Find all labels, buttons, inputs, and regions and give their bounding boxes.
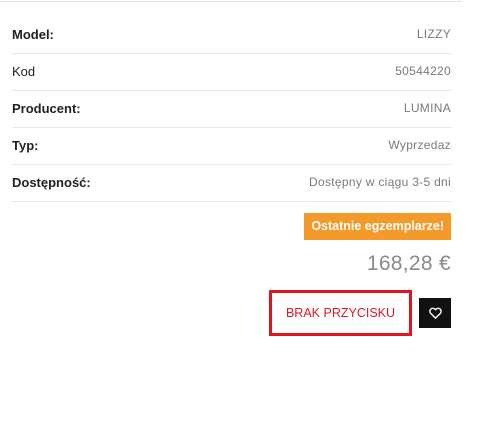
spec-row-producer: Producent: LUMINA bbox=[12, 91, 451, 128]
spec-value: LIZZY bbox=[416, 27, 451, 41]
spec-label: Producent: bbox=[12, 101, 81, 116]
product-price: 168,28 € bbox=[366, 252, 451, 275]
wishlist-button[interactable] bbox=[419, 298, 451, 328]
spec-value: Dostępny w ciągu 3-5 dni bbox=[309, 175, 451, 189]
spec-value: Wyprzedaz bbox=[388, 138, 451, 152]
spec-row-type: Typ: Wyprzedaz bbox=[12, 128, 451, 165]
spec-label: Kod bbox=[12, 64, 36, 79]
spec-row-code: Kod 50544220 bbox=[12, 54, 451, 91]
spec-row-model: Model: LIZZY bbox=[12, 17, 451, 54]
spec-label: Typ: bbox=[12, 138, 39, 153]
spec-value: LUMINA bbox=[403, 101, 451, 115]
spec-row-availability: Dostępność: Dostępny w ciągu 3-5 dni bbox=[12, 165, 451, 202]
spec-value: 50544220 bbox=[395, 64, 451, 78]
spec-label: Model: bbox=[12, 27, 54, 42]
missing-add-to-cart-placeholder: BRAK PRZYCISKU bbox=[269, 290, 412, 336]
stock-badge: Ostatnie egzemplarze! bbox=[304, 213, 451, 240]
product-specs: Model: LIZZY Kod 50544220 Producent: LUM… bbox=[12, 17, 451, 202]
heart-icon bbox=[428, 307, 442, 319]
spec-label: Dostępność: bbox=[12, 175, 91, 190]
top-divider bbox=[0, 1, 462, 2]
